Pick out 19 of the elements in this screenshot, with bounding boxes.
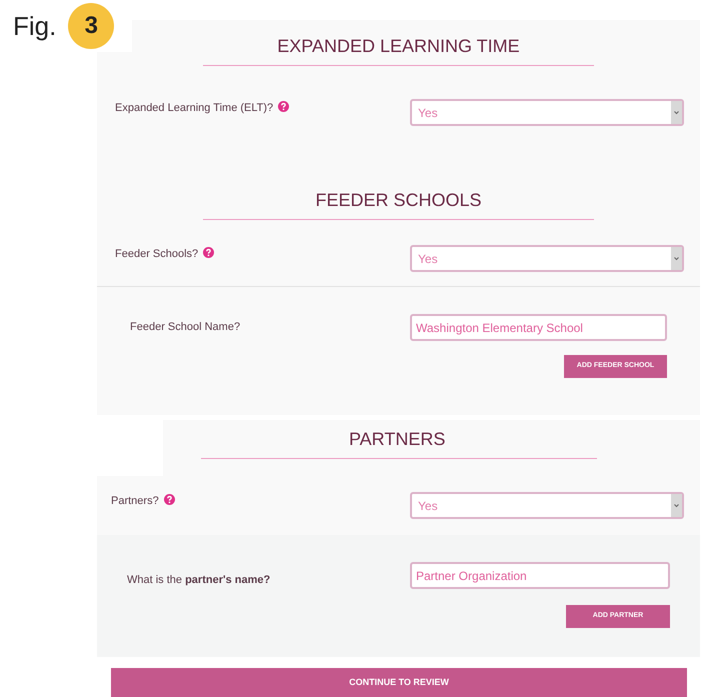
select-field[interactable]: Yes — [410, 245, 684, 272]
field-label: Expanded Learning Time (ELT)? — [115, 101, 274, 116]
field-label: What is the partner's name? — [127, 574, 270, 586]
field-label: Partners? — [111, 494, 159, 509]
figure-label: Fig. — [13, 10, 56, 42]
help-icon[interactable] — [203, 247, 214, 258]
section-heading: FEEDER SCHOOLS — [315, 189, 482, 211]
help-icon[interactable] — [164, 494, 175, 505]
continue-button[interactable]: CONTINUE TO REVIEW — [111, 668, 687, 697]
text-field[interactable]: Partner Organization — [410, 562, 670, 589]
select-field[interactable]: Yes — [410, 99, 684, 126]
select-field[interactable]: Yes — [410, 492, 684, 519]
figure-number-badge: 3 — [68, 3, 114, 49]
section-heading: PARTNERS — [349, 428, 446, 450]
text-field[interactable]: Washington Elementary School — [410, 314, 667, 341]
help-icon[interactable] — [278, 101, 290, 112]
field-label: Feeder Schools? — [115, 247, 198, 262]
field-label: Feeder School Name? — [130, 321, 240, 333]
section-heading: EXPANDED LEARNING TIME — [277, 35, 520, 57]
